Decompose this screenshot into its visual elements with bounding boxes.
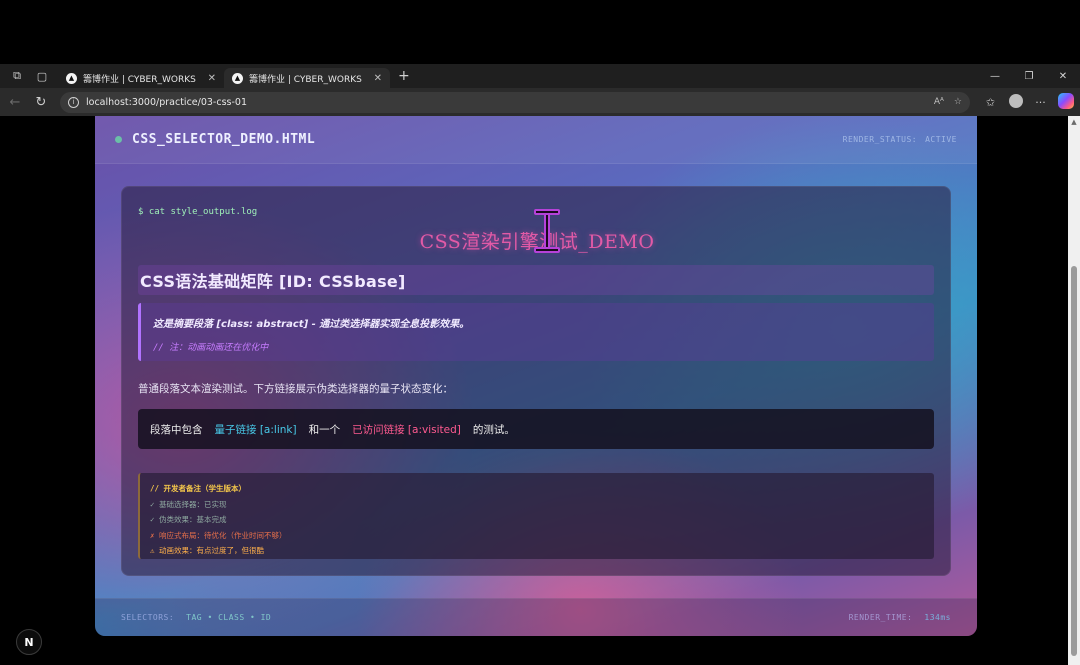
scrollbar[interactable]: ▲ <box>1068 116 1080 665</box>
close-window-icon[interactable]: ✕ <box>1046 71 1080 82</box>
selectors-label: SELECTORS: <box>121 613 175 622</box>
visited-link[interactable]: 已访问链接 [a:visited] <box>352 422 461 437</box>
url-text[interactable]: localhost:3000/practice/03-css-01 <box>86 97 924 108</box>
render-time-value: 134ms <box>924 613 951 622</box>
tab-2[interactable]: ▲ 籌博作业 | CYBER_WORKS ✕ <box>224 68 390 88</box>
vercel-favicon-icon: ▲ <box>66 72 77 84</box>
page-header: CSS_SELECTOR_DEMO.HTML RENDER_STATUS: ACT… <box>95 116 977 164</box>
window-controls: — ❐ ✕ <box>978 71 1080 82</box>
devnote-line: ⚠ 动画效果：有点过度了，但很酷 <box>150 546 265 555</box>
favorites-icon[interactable]: ✩ <box>978 96 1003 109</box>
devnote-header: // 开发者备注（学生版本） <box>150 484 247 493</box>
minimize-icon[interactable]: — <box>978 71 1012 82</box>
copilot-icon[interactable] <box>1053 92 1078 112</box>
body-paragraph: 普通段落文本渲染测试。下方链接展示伪类选择器的量子状态变化： <box>138 383 453 395</box>
file-title: CSS_SELECTOR_DEMO.HTML <box>132 132 316 147</box>
workspaces-icon[interactable]: ⧉ <box>9 68 25 84</box>
text-cursor-icon <box>534 209 560 253</box>
render-status-value: ACTIVE <box>925 135 957 144</box>
read-aloud-icon[interactable]: Aᴬ <box>934 97 944 107</box>
scroll-up-icon[interactable]: ▲ <box>1070 118 1078 126</box>
tab-bar: ⧉ ▢ ▲ 籌博作业 | CYBER_WORKS ✕ ▲ 籌博作业 | CYBE… <box>0 64 1080 88</box>
render-status: RENDER_STATUS: ACTIVE <box>843 135 957 144</box>
more-menu-icon[interactable]: ··· <box>1028 96 1053 109</box>
status-dot-icon <box>115 136 122 143</box>
close-tab-icon[interactable]: ✕ <box>374 73 382 84</box>
top-black-band <box>0 0 1080 64</box>
selectors-value: TAG • CLASS • ID <box>186 613 272 622</box>
render-status-label: RENDER_STATUS: <box>842 135 918 144</box>
section-heading-bar: CSS语法基础矩阵 [ID: CSSbase] <box>138 265 934 295</box>
tab-actions-icon[interactable]: ▢ <box>34 68 50 84</box>
terminal-command: $ cat style_output.log <box>138 207 258 217</box>
toolbar-right: ✩ ··· <box>978 92 1078 112</box>
address-bar[interactable]: i localhost:3000/practice/03-css-01 Aᴬ ☆ <box>60 91 970 113</box>
reload-icon[interactable]: ↻ <box>28 95 54 110</box>
tab-1[interactable]: ▲ 籌博作业 | CYBER_WORKS ✕ <box>58 68 224 88</box>
page-viewport: CSS_SELECTOR_DEMO.HTML RENDER_STATUS: ACT… <box>0 116 1080 665</box>
quantum-link[interactable]: 量子链接 [a:link] <box>215 422 297 437</box>
devnote-line: ✓ 基础选择器：已实现 <box>150 499 227 509</box>
restore-icon[interactable]: ❐ <box>1012 71 1046 82</box>
tab-title: 籌博作业 | CYBER_WORKS <box>83 74 196 85</box>
site-info-icon[interactable]: i <box>68 96 79 108</box>
demo-page: CSS_SELECTOR_DEMO.HTML RENDER_STATUS: ACT… <box>95 116 977 636</box>
new-tab-icon[interactable]: + <box>398 68 410 84</box>
profile-avatar[interactable] <box>1003 93 1028 111</box>
page-footer: SELECTORS: TAG • CLASS • ID RENDER_TIME:… <box>95 598 977 636</box>
link-suffix: 的测试。 <box>472 423 515 436</box>
scrollbar-thumb[interactable] <box>1071 266 1077 656</box>
address-bar-row: ← ↻ i localhost:3000/practice/03-css-01 … <box>0 88 1080 116</box>
nextjs-dev-badge[interactable]: N <box>16 629 42 655</box>
devnote-line: ✓ 伪类效果：基本完成 <box>150 515 227 524</box>
section-heading: CSS语法基础矩阵 [ID: CSSbase] <box>140 272 406 291</box>
link-demo-box: 段落中包含 量子链接 [a:link] 和一个 已访问链接 [a:visited… <box>138 409 934 449</box>
link-prefix: 段落中包含 <box>150 423 203 436</box>
abstract-block: 这是摘要段落 [class: abstract] - 通过类选择器实现全息投影效… <box>138 303 934 361</box>
favorite-star-icon[interactable]: ☆ <box>954 97 962 107</box>
back-icon[interactable]: ← <box>2 95 28 110</box>
developer-notes: // 开发者备注（学生版本） ✓ 基础选择器：已实现 ✓ 伪类效果：基本完成 ✗… <box>138 473 934 559</box>
devnote-line: ✗ 响应式布局：待优化（作业时间不够） <box>150 530 287 540</box>
close-tab-icon[interactable]: ✕ <box>208 73 216 84</box>
link-middle: 和一个 <box>308 423 341 436</box>
tab-title: 籌博作业 | CYBER_WORKS <box>249 74 362 85</box>
render-time-label: RENDER_TIME: <box>848 613 913 622</box>
abstract-note: // 注：动画动画还在优化中 <box>153 343 269 353</box>
content-panel: $ cat style_output.log CSS渲染引擎测试_DEMO CS… <box>121 186 951 576</box>
abstract-text: 这是摘要段落 [class: abstract] - 通过类选择器实现全息投影效… <box>153 319 470 330</box>
vercel-favicon-icon: ▲ <box>232 72 243 84</box>
